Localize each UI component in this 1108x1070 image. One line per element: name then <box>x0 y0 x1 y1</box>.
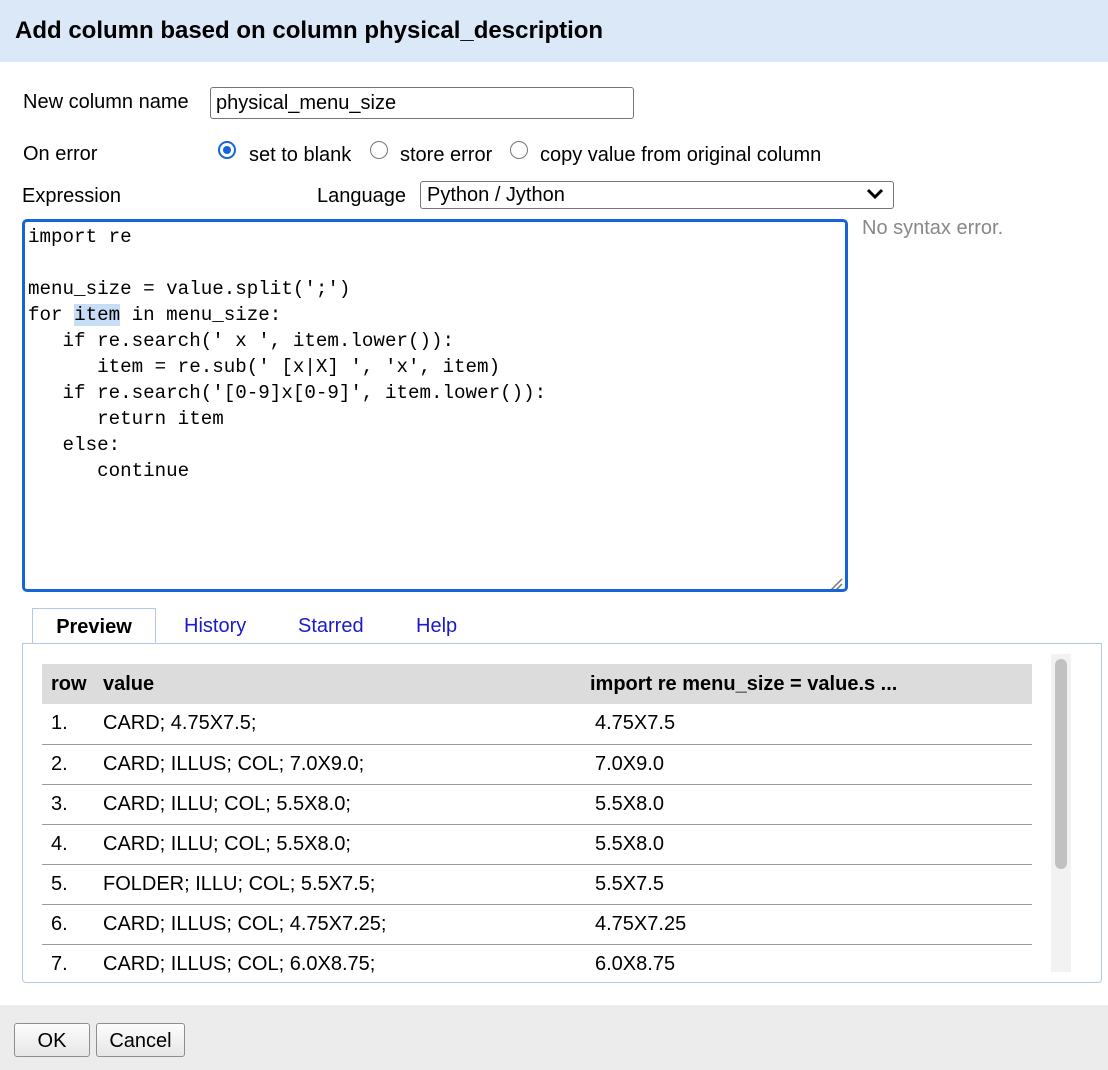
result-cell: 6.0X8.75 <box>581 944 1032 982</box>
row-number-cell: 3. <box>42 784 94 825</box>
tab-help[interactable]: Help <box>416 608 457 644</box>
result-cell: 5.5X8.0 <box>581 824 1032 865</box>
value-cell: CARD; ILLUS; COL; 6.0X8.75; <box>94 944 581 982</box>
scrollbar-thumb[interactable] <box>1055 659 1067 869</box>
table-row: 3. CARD; ILLU; COL; 5.5X8.0; 5.5X8.0 <box>42 784 1032 825</box>
code-line: item = re.sub(' [x|X] ', 'x', item) <box>28 356 501 378</box>
tab-preview[interactable]: Preview <box>32 608 156 644</box>
code-line: for item in menu_size: <box>28 304 282 326</box>
row-number-cell: 5. <box>42 864 94 905</box>
code-line: ​ <box>28 250 842 276</box>
radio-store-error[interactable] <box>370 141 388 159</box>
code-line: if re.search(' x ', item.lower()): <box>28 330 455 352</box>
value-cell: CARD; ILLUS; COL; 7.0X9.0; <box>94 744 581 785</box>
preview-panel: row value import re menu_size = value.s … <box>22 643 1102 983</box>
language-select[interactable]: Python / Jython <box>420 181 894 209</box>
table-row: 4. CARD; ILLU; COL; 5.5X8.0; 5.5X8.0 <box>42 824 1032 865</box>
preview-table: row value import re menu_size = value.s … <box>42 664 1032 982</box>
result-cell: 4.75X7.5 <box>581 704 1032 745</box>
result-cell: 5.5X7.5 <box>581 864 1032 905</box>
code-line: else: <box>28 434 121 456</box>
radio-store-error-label[interactable]: store error <box>400 143 492 167</box>
column-header-expression: import re menu_size = value.s ... <box>581 664 1032 704</box>
new-column-name-label: New column name <box>23 91 189 113</box>
column-header-row: row <box>42 664 94 704</box>
row-number-cell: 2. <box>42 744 94 785</box>
row-number-cell: 7. <box>42 944 94 982</box>
table-row: 5. FOLDER; ILLU; COL; 5.5X7.5; 5.5X7.5 <box>42 864 1032 905</box>
value-cell: FOLDER; ILLU; COL; 5.5X7.5; <box>94 864 581 905</box>
value-cell: CARD; ILLU; COL; 5.5X8.0; <box>94 784 581 825</box>
value-cell: CARD; ILLUS; COL; 4.75X7.25; <box>94 904 581 945</box>
result-cell: 4.75X7.25 <box>581 904 1032 945</box>
new-column-name-input[interactable] <box>210 87 634 119</box>
result-cell: 5.5X8.0 <box>581 784 1032 825</box>
code-line: if re.search('[0-9]x[0-9]', item.lower()… <box>28 382 547 404</box>
ok-button[interactable]: OK <box>14 1023 90 1057</box>
resize-handle-icon[interactable] <box>829 573 843 589</box>
row-number-cell: 4. <box>42 824 94 865</box>
tab-history[interactable]: History <box>184 608 246 644</box>
dialog-footer: OK Cancel <box>0 1005 1108 1070</box>
language-select-value: Python / Jython <box>427 184 565 206</box>
column-header-value: value <box>94 664 581 704</box>
code-line: return item <box>28 408 224 430</box>
code-line: continue <box>28 460 190 482</box>
radio-copy-value-label[interactable]: copy value from original column <box>540 143 821 167</box>
table-row: 1. CARD; 4.75X7.5; 4.75X7.5 <box>42 704 1032 745</box>
code-line: menu_size = value.split(';') <box>28 278 351 300</box>
dialog-title: Add column based on column physical_desc… <box>0 0 1108 62</box>
scrollbar[interactable] <box>1051 654 1071 972</box>
expression-label: Expression <box>22 185 121 207</box>
row-number-cell: 1. <box>42 704 94 745</box>
expression-editor[interactable]: import re​menu_size = value.split(';') fo… <box>22 219 848 592</box>
on-error-label: On error <box>23 143 98 165</box>
table-row: 7. CARD; ILLUS; COL; 6.0X8.75; 6.0X8.75 <box>42 944 1032 982</box>
table-row: 2. CARD; ILLUS; COL; 7.0X9.0; 7.0X9.0 <box>42 744 1032 785</box>
radio-set-to-blank-label[interactable]: set to blank <box>249 143 351 167</box>
result-cell: 7.0X9.0 <box>581 744 1032 785</box>
value-cell: CARD; ILLU; COL; 5.5X8.0; <box>94 824 581 865</box>
selected-text: item <box>74 304 121 326</box>
radio-copy-value[interactable] <box>510 141 528 159</box>
row-number-cell: 6. <box>42 904 94 945</box>
radio-set-to-blank[interactable] <box>218 141 236 159</box>
table-row: 6. CARD; ILLUS; COL; 4.75X7.25; 4.75X7.25 <box>42 904 1032 945</box>
cancel-button[interactable]: Cancel <box>96 1023 185 1057</box>
table-header-row: row value import re menu_size = value.s … <box>42 664 1032 704</box>
syntax-status: No syntax error. <box>862 217 1004 239</box>
code-line: import re <box>28 226 132 248</box>
value-cell: CARD; 4.75X7.5; <box>94 704 581 745</box>
language-label: Language <box>317 185 406 207</box>
chevron-down-icon <box>865 184 885 210</box>
tab-starred[interactable]: Starred <box>298 608 364 644</box>
